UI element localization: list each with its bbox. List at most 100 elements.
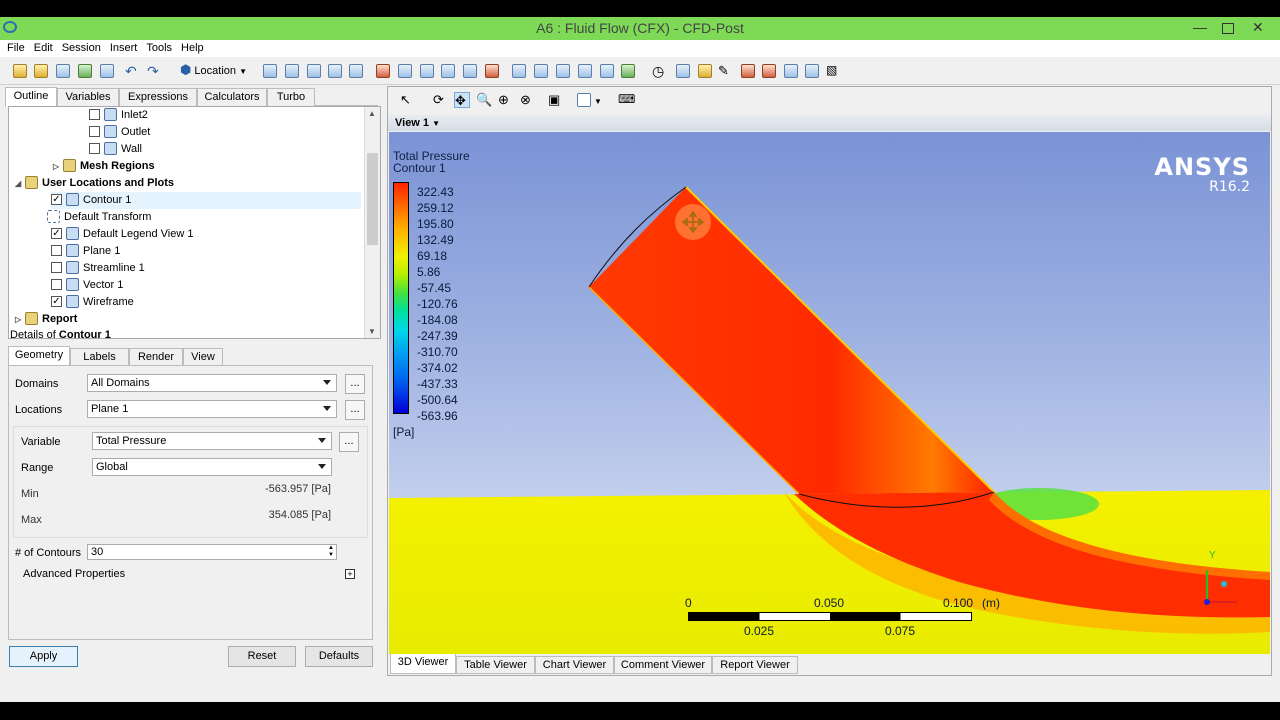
tab-variables[interactable]: Variables bbox=[57, 88, 119, 106]
3d-viewport[interactable]: Total Pressure Contour 1 322.43 259.12 195… bbox=[389, 132, 1270, 654]
checkbox[interactable] bbox=[89, 142, 100, 154]
checkbox[interactable]: ✓ bbox=[51, 227, 62, 239]
new-case-icon[interactable] bbox=[12, 63, 28, 79]
legend-tool-icon[interactable] bbox=[419, 63, 435, 79]
coordinate-frame-icon[interactable] bbox=[397, 63, 413, 79]
spin-arrows-icon[interactable]: ▲ ▼ bbox=[328, 545, 334, 559]
zoom-box-icon[interactable]: ⊕ bbox=[498, 92, 514, 108]
chevron-down-icon[interactable]: ▼ bbox=[594, 97, 602, 106]
help-pointer-icon[interactable]: ⌨ bbox=[618, 92, 635, 108]
view-selector[interactable]: View 1 ▼ bbox=[388, 115, 1271, 131]
menu-session[interactable]: Session bbox=[62, 40, 101, 57]
redo-icon[interactable]: ↷ bbox=[147, 63, 163, 79]
tab-render[interactable]: Render bbox=[129, 348, 183, 366]
load-results-icon[interactable] bbox=[33, 63, 49, 79]
fit-view-icon[interactable]: ▣ bbox=[548, 92, 564, 108]
chart-icon[interactable] bbox=[577, 63, 593, 79]
tree-item-mesh-regions[interactable]: ▷ Mesh Regions bbox=[53, 158, 155, 175]
volume-rendering-icon[interactable] bbox=[348, 63, 364, 79]
color-map-icon[interactable] bbox=[484, 63, 500, 79]
tree-item-wireframe[interactable]: ✓ Wireframe bbox=[51, 294, 134, 311]
tab-geometry[interactable]: Geometry bbox=[8, 346, 70, 367]
text-tool-icon[interactable] bbox=[375, 63, 391, 79]
instance-transform-icon[interactable] bbox=[440, 63, 456, 79]
tree-item-report[interactable]: ▷ Report bbox=[15, 311, 77, 328]
viewport-layout-icon[interactable] bbox=[576, 92, 592, 108]
tree-item-user-locations[interactable]: ◢ User Locations and Plots bbox=[15, 175, 174, 192]
domains-select[interactable]: All Domains bbox=[87, 374, 337, 392]
tree-item-inlet2[interactable]: Inlet2 bbox=[89, 107, 148, 124]
checkbox[interactable] bbox=[51, 244, 62, 256]
macro-calculator-icon[interactable] bbox=[761, 63, 777, 79]
checkbox[interactable] bbox=[51, 278, 62, 290]
tab-labels[interactable]: Labels bbox=[70, 348, 129, 366]
contour-tool-icon[interactable] bbox=[284, 63, 300, 79]
tree-item-wall[interactable]: Wall bbox=[89, 141, 142, 158]
apply-button[interactable]: Apply bbox=[9, 646, 78, 667]
tree-item-outlet[interactable]: Outlet bbox=[89, 124, 150, 141]
rotate-icon[interactable]: ⟳ bbox=[433, 92, 449, 108]
tree-item-vector1[interactable]: Vector 1 bbox=[51, 277, 123, 294]
function-calculator-icon[interactable] bbox=[740, 63, 756, 79]
timestep-icon[interactable]: ◷ bbox=[652, 63, 668, 79]
command-editor-icon[interactable]: ▧ bbox=[826, 63, 842, 79]
tree-item-contour1[interactable]: ✓ Contour 1 bbox=[51, 192, 361, 209]
zoom-icon[interactable]: 🔍 bbox=[476, 92, 492, 108]
undo-icon[interactable]: ↶ bbox=[125, 63, 141, 79]
menu-tools[interactable]: Tools bbox=[146, 40, 172, 57]
defaults-button[interactable]: Defaults bbox=[305, 646, 373, 667]
expand-plus-icon[interactable]: + bbox=[345, 569, 355, 579]
case-comparison-icon[interactable] bbox=[804, 63, 820, 79]
variable-icon[interactable] bbox=[511, 63, 527, 79]
tab-comment-viewer[interactable]: Comment Viewer bbox=[614, 656, 712, 674]
maximize-button[interactable] bbox=[1222, 23, 1234, 34]
pan-icon[interactable]: ✥ bbox=[454, 92, 470, 108]
comment-icon[interactable] bbox=[599, 63, 615, 79]
expression-icon[interactable] bbox=[533, 63, 549, 79]
tree-scrollbar[interactable]: ▲ ▼ bbox=[364, 107, 380, 338]
clip-plane-icon[interactable] bbox=[462, 63, 478, 79]
tree-item-default-legend[interactable]: ✓ Default Legend View 1 bbox=[51, 226, 194, 243]
checkbox[interactable]: ✓ bbox=[51, 295, 62, 307]
tree-item-plane1[interactable]: Plane 1 bbox=[51, 243, 120, 260]
tab-expressions[interactable]: Expressions bbox=[119, 88, 197, 106]
expand-icon[interactable]: ▷ bbox=[15, 311, 25, 328]
expand-icon[interactable]: ▷ bbox=[53, 158, 63, 175]
refresh-icon[interactable] bbox=[77, 63, 93, 79]
tab-calculators[interactable]: Calculators bbox=[197, 88, 267, 106]
animation-icon[interactable] bbox=[675, 63, 691, 79]
print-icon[interactable] bbox=[99, 63, 115, 79]
tab-chart-viewer[interactable]: Chart Viewer bbox=[535, 656, 614, 674]
scroll-thumb[interactable] bbox=[367, 153, 378, 245]
menu-file[interactable]: File bbox=[7, 40, 25, 57]
collapse-icon[interactable]: ◢ bbox=[15, 175, 25, 192]
variable-browse-button[interactable]: ... bbox=[339, 432, 359, 452]
location-menu-button[interactable]: ⬢ Location ▼ bbox=[180, 62, 247, 80]
tab-table-viewer[interactable]: Table Viewer bbox=[456, 656, 535, 674]
quick-editor-icon[interactable] bbox=[697, 63, 713, 79]
zoom-fit-icon[interactable]: ⊗ bbox=[520, 92, 536, 108]
locations-select[interactable]: Plane 1 bbox=[87, 400, 337, 418]
scroll-up-icon[interactable]: ▲ bbox=[368, 109, 376, 118]
particle-track-icon[interactable] bbox=[327, 63, 343, 79]
variable-select[interactable]: Total Pressure bbox=[92, 432, 332, 450]
tab-turbo[interactable]: Turbo bbox=[267, 88, 315, 106]
tree-item-streamline1[interactable]: Streamline 1 bbox=[51, 260, 145, 277]
checkbox[interactable] bbox=[89, 125, 100, 137]
range-select[interactable]: Global bbox=[92, 458, 332, 476]
checkbox[interactable] bbox=[51, 261, 62, 273]
vector-tool-icon[interactable] bbox=[262, 63, 278, 79]
probe-icon[interactable]: ✎ bbox=[718, 63, 734, 79]
streamline-tool-icon[interactable] bbox=[306, 63, 322, 79]
table-icon[interactable] bbox=[555, 63, 571, 79]
minimize-button[interactable]: — bbox=[1193, 19, 1207, 35]
scroll-down-icon[interactable]: ▼ bbox=[368, 327, 376, 336]
menu-help[interactable]: Help bbox=[181, 40, 204, 57]
tab-view[interactable]: View bbox=[183, 348, 223, 366]
checkbox[interactable] bbox=[89, 108, 100, 120]
menu-insert[interactable]: Insert bbox=[110, 40, 138, 57]
locations-browse-button[interactable]: ... bbox=[345, 400, 365, 420]
save-state-icon[interactable] bbox=[55, 63, 71, 79]
tab-outline[interactable]: Outline bbox=[5, 87, 57, 107]
contours-spinbox[interactable]: 30 ▲ ▼ bbox=[87, 544, 337, 560]
